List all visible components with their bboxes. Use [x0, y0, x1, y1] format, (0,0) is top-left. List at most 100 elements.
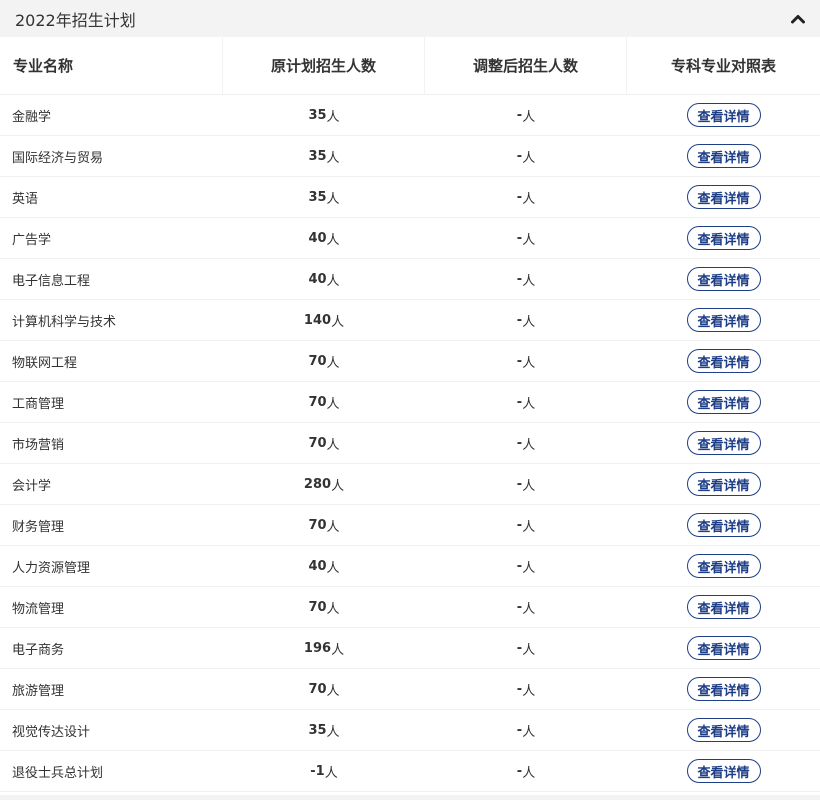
- adjusted-count: -人: [425, 95, 627, 135]
- view-details-button[interactable]: 查看详情: [686, 595, 761, 619]
- major-name: 国际经济与贸易: [12, 150, 104, 166]
- adjusted-count: -人: [425, 300, 627, 340]
- header-compare: 专科专业对照表: [670, 57, 776, 75]
- count-unit: 人: [522, 724, 536, 740]
- count-unit: 人: [326, 683, 340, 699]
- adjusted-count: -人: [425, 710, 627, 750]
- count-unit: 人: [326, 519, 340, 535]
- count-unit: 人: [326, 437, 340, 453]
- original-count-value: 35: [308, 148, 327, 164]
- original-count-value: 70: [308, 353, 327, 369]
- original-count-value: 280: [303, 476, 332, 492]
- original-count-value: 40: [308, 230, 327, 246]
- original-count: 35 人: [223, 95, 425, 135]
- original-count-value: 140: [303, 312, 332, 328]
- count-unit: 人: [522, 560, 536, 576]
- compare-cell: 查看详情: [627, 464, 820, 504]
- table-header-row: 专业名称 原计划招生人数 调整后招生人数 专科专业对照表: [0, 37, 820, 95]
- table-row: 物联网工程 70 人 - 人查看详情: [0, 341, 820, 382]
- count-unit: 人: [522, 232, 536, 248]
- view-details-button[interactable]: 查看详情: [686, 472, 761, 496]
- compare-cell: 查看详情: [627, 382, 820, 422]
- original-count: -1 人: [223, 751, 425, 791]
- view-details-button[interactable]: 查看详情: [686, 759, 761, 783]
- count-unit: 人: [326, 150, 340, 166]
- original-count: 70 人: [223, 382, 425, 422]
- original-count: 35 人: [223, 136, 425, 176]
- table-row: 财务管理 70 人 - 人查看详情: [0, 505, 820, 546]
- major-name: 电子信息工程: [12, 273, 91, 289]
- view-details-button[interactable]: 查看详情: [686, 677, 761, 701]
- table-row: 计算机科学与技术 140 人 - 人查看详情: [0, 300, 820, 341]
- compare-cell: 查看详情: [627, 423, 820, 463]
- panel-header[interactable]: 2022年招生计划: [0, 0, 820, 37]
- view-details-button[interactable]: 查看详情: [686, 185, 761, 209]
- view-details-button[interactable]: 查看详情: [686, 513, 761, 537]
- major-name: 英语: [12, 191, 39, 207]
- view-details-button[interactable]: 查看详情: [686, 349, 761, 373]
- table-row: 电子商务 196 人 - 人查看详情: [0, 628, 820, 669]
- count-unit: 人: [326, 232, 340, 248]
- count-unit: 人: [522, 355, 536, 371]
- table-row: 国际经济与贸易 35 人 - 人查看详情: [0, 136, 820, 177]
- view-details-button[interactable]: 查看详情: [686, 103, 761, 127]
- original-count: 35 人: [223, 710, 425, 750]
- count-unit: 人: [522, 150, 536, 166]
- view-details-button[interactable]: 查看详情: [686, 267, 761, 291]
- table-row: 人力资源管理 40 人 - 人查看详情: [0, 546, 820, 587]
- major-name: 退役士兵总计划: [12, 765, 104, 781]
- adjusted-count: -人: [425, 751, 627, 791]
- count-unit: 人: [326, 191, 340, 207]
- compare-cell: 查看详情: [627, 177, 820, 217]
- original-count: 70 人: [223, 669, 425, 709]
- view-details-button[interactable]: 查看详情: [686, 308, 761, 332]
- header-major: 专业名称: [0, 37, 223, 94]
- view-details-button[interactable]: 查看详情: [686, 226, 761, 250]
- compare-cell: 查看详情: [627, 587, 820, 627]
- table-row: 退役士兵总计划 -1 人 - 人 查看详情: [0, 751, 820, 792]
- count-unit: 人: [326, 355, 340, 371]
- view-details-button[interactable]: 查看详情: [686, 636, 761, 660]
- view-details-button[interactable]: 查看详情: [686, 554, 761, 578]
- table-row: 广告学 40 人 - 人查看详情: [0, 218, 820, 259]
- table-row: 电子信息工程 40 人 - 人查看详情: [0, 259, 820, 300]
- original-count-value: 70: [308, 435, 327, 451]
- view-details-button[interactable]: 查看详情: [686, 144, 761, 168]
- original-count-value: 70: [308, 681, 327, 697]
- major-name: 物联网工程: [12, 355, 78, 371]
- panel-title: 2022年招生计划: [15, 10, 136, 30]
- count-unit: 人: [326, 724, 340, 740]
- view-details-button[interactable]: 查看详情: [686, 718, 761, 742]
- compare-cell: 查看详情: [627, 546, 820, 586]
- compare-cell: 查看详情: [627, 669, 820, 709]
- count-unit: 人: [522, 437, 536, 453]
- count-unit: 人: [331, 478, 345, 494]
- header-original: 原计划招生人数: [223, 37, 425, 94]
- adjusted-count: -人: [425, 259, 627, 299]
- count-unit: 人: [326, 273, 340, 289]
- collapse-button[interactable]: [788, 9, 808, 29]
- count-unit: 人: [326, 109, 340, 125]
- compare-cell: 查看详情: [627, 505, 820, 545]
- compare-cell: 查看详情: [627, 259, 820, 299]
- view-details-button[interactable]: 查看详情: [686, 390, 761, 414]
- view-details-button[interactable]: 查看详情: [686, 431, 761, 455]
- major-name: 金融学: [12, 109, 52, 125]
- adjusted-count: -人: [425, 177, 627, 217]
- major-name: 物流管理: [12, 601, 65, 617]
- compare-cell: 查看详情: [627, 218, 820, 258]
- enrollment-plan-panel: 2022年招生计划 专业名称 原计划招生人数 调整后招生人数 专科专业对照表 金…: [0, 0, 820, 800]
- compare-cell: 查看详情: [627, 341, 820, 381]
- original-count: 280 人: [223, 464, 425, 504]
- original-count-value: 70: [308, 517, 327, 533]
- count-unit: 人: [522, 519, 536, 535]
- original-count-value: 35: [308, 722, 327, 738]
- adjusted-count: -人: [425, 546, 627, 586]
- count-unit: 人: [522, 314, 536, 330]
- count-unit: 人: [331, 314, 345, 330]
- count-unit: 人: [522, 601, 536, 617]
- count-unit: 人: [522, 478, 536, 494]
- adjusted-count: -人: [425, 136, 627, 176]
- table-row: 视觉传达设计 35 人 - 人查看详情: [0, 710, 820, 751]
- count-unit: 人: [326, 396, 340, 412]
